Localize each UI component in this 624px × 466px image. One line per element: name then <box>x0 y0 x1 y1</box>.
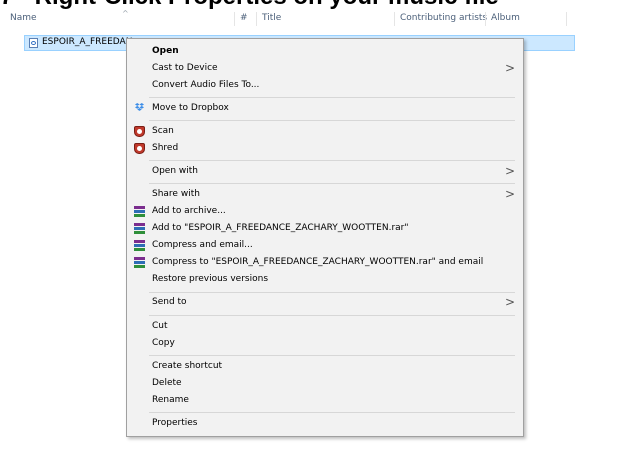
menu-item-convert-audio[interactable]: Convert Audio Files To... <box>127 77 523 95</box>
winrar-icon <box>134 257 145 269</box>
winrar-icon <box>134 223 145 235</box>
menu-item-label: Add to "ESPOIR_A_FREEDANCE_ZACHARY_WOOTT… <box>152 223 409 233</box>
menu-item-label: Copy <box>152 338 175 348</box>
menu-separator <box>149 120 515 121</box>
menu-item-label: Add to archive... <box>152 206 226 216</box>
column-header-name[interactable]: Name <box>10 10 37 30</box>
column-header-title[interactable]: Title <box>262 10 281 30</box>
menu-item-label: Restore previous versions <box>152 274 269 284</box>
menu-item-copy[interactable]: Copy <box>127 335 523 353</box>
file-name[interactable]: ESPOIR_A_FREEDAN <box>42 37 132 47</box>
menu-item-scan[interactable]: Scan <box>127 123 523 141</box>
menu-item-cast-to-device[interactable]: Cast to Device > <box>127 60 523 78</box>
menu-item-label: Open with <box>152 166 198 176</box>
context-menu: Open Cast to Device > Convert Audio File… <box>126 38 524 437</box>
menu-item-cut[interactable]: Cut <box>127 318 523 336</box>
column-divider[interactable] <box>485 12 486 26</box>
menu-separator <box>149 412 515 413</box>
column-header-contributing-artists[interactable]: Contributing artists <box>400 10 487 30</box>
menu-separator <box>149 97 515 98</box>
menu-item-delete[interactable]: Delete <box>127 375 523 393</box>
menu-item-label: Cast to Device <box>152 63 218 73</box>
shield-icon <box>134 126 145 137</box>
menu-item-properties[interactable]: Properties <box>127 415 523 433</box>
music-file-icon <box>29 38 38 48</box>
submenu-chevron-right-icon: > <box>504 164 515 178</box>
menu-item-label: Create shortcut <box>152 361 223 371</box>
submenu-chevron-right-icon: > <box>504 295 515 309</box>
menu-item-move-to-dropbox[interactable]: Move to Dropbox <box>127 100 523 118</box>
menu-item-label: Share with <box>152 189 200 199</box>
column-divider[interactable] <box>394 12 395 26</box>
menu-item-add-to-rar[interactable]: Add to "ESPOIR_A_FREEDANCE_ZACHARY_WOOTT… <box>127 220 523 238</box>
menu-separator <box>149 160 515 161</box>
sort-ascending-icon: ^ <box>122 9 129 18</box>
column-header-bar: Name ^ # Title Contributing artists Albu… <box>0 9 624 30</box>
menu-item-label: Compress and email... <box>152 240 253 250</box>
menu-separator <box>149 183 515 184</box>
menu-item-label: Scan <box>152 126 174 136</box>
dropbox-icon <box>135 103 144 111</box>
menu-item-restore-previous-versions[interactable]: Restore previous versions <box>127 271 523 289</box>
menu-item-label: Shred <box>152 143 179 153</box>
shield-icon <box>134 143 145 154</box>
menu-separator <box>149 315 515 316</box>
menu-item-label: Move to Dropbox <box>152 103 229 113</box>
menu-item-compress-rar-and-email[interactable]: Compress to "ESPOIR_A_FREEDANCE_ZACHARY_… <box>127 254 523 272</box>
menu-item-shred[interactable]: Shred <box>127 140 523 158</box>
menu-item-compress-and-email[interactable]: Compress and email... <box>127 237 523 255</box>
menu-item-rename[interactable]: Rename <box>127 392 523 410</box>
menu-item-open-with[interactable]: Open with > <box>127 163 523 181</box>
submenu-chevron-right-icon: > <box>504 187 515 201</box>
menu-item-label: Rename <box>152 395 189 405</box>
menu-item-label: Convert Audio Files To... <box>152 80 260 90</box>
column-divider[interactable] <box>256 12 257 26</box>
menu-separator <box>149 292 515 293</box>
menu-item-label: Delete <box>152 378 182 388</box>
column-divider[interactable] <box>566 12 567 26</box>
menu-item-open[interactable]: Open <box>127 43 523 61</box>
column-header-number[interactable]: # <box>240 10 248 30</box>
menu-separator <box>149 355 515 356</box>
menu-item-label: Open <box>152 46 179 56</box>
menu-item-share-with[interactable]: Share with > <box>127 186 523 204</box>
column-divider[interactable] <box>234 12 235 26</box>
menu-item-add-to-archive[interactable]: Add to archive... <box>127 203 523 221</box>
tutorial-caption: 7 - Right-Click Properties on your music… <box>0 0 624 9</box>
menu-item-label: Send to <box>152 297 187 307</box>
submenu-chevron-right-icon: > <box>504 61 515 75</box>
menu-item-create-shortcut[interactable]: Create shortcut <box>127 358 523 376</box>
column-header-album[interactable]: Album <box>491 10 520 30</box>
menu-item-label: Cut <box>152 321 168 331</box>
winrar-icon <box>134 240 145 252</box>
menu-item-label: Compress to "ESPOIR_A_FREEDANCE_ZACHARY_… <box>152 257 484 267</box>
menu-item-send-to[interactable]: Send to > <box>127 294 523 312</box>
winrar-icon <box>134 206 145 218</box>
menu-item-label: Properties <box>152 418 198 428</box>
